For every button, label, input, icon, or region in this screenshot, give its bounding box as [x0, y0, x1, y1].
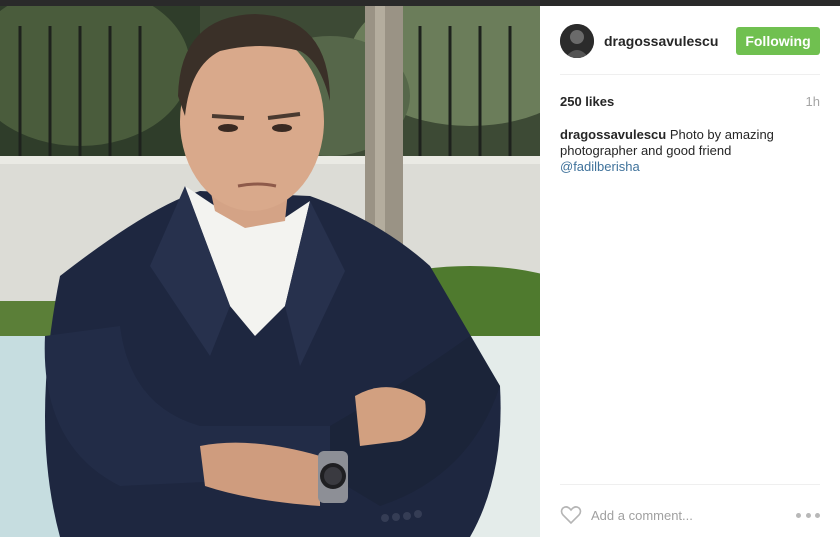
- avatar[interactable]: [560, 24, 594, 58]
- post-time[interactable]: 1h: [806, 94, 820, 109]
- comment-divider: [560, 484, 820, 485]
- more-dot: [815, 512, 820, 518]
- comment-row: [560, 504, 820, 526]
- more-dot: [796, 512, 801, 518]
- post-header: dragossavulescu Following: [560, 24, 820, 58]
- caption-mention[interactable]: @fadilberisha: [560, 159, 640, 174]
- post-photo[interactable]: [0, 6, 540, 537]
- more-options-icon[interactable]: [796, 512, 820, 518]
- more-dot: [805, 512, 811, 518]
- caption-username[interactable]: dragossavulescu: [560, 127, 666, 142]
- post-sidebar: dragossavulescu Following 250 likes 1h d…: [540, 6, 840, 537]
- likes-count[interactable]: 250 likes: [560, 94, 614, 109]
- following-button[interactable]: Following: [736, 27, 820, 55]
- post-caption: dragossavulescu Photo by amazing photogr…: [560, 127, 780, 175]
- header-divider: [560, 74, 820, 75]
- comment-input[interactable]: [591, 507, 796, 523]
- username-link[interactable]: dragossavulescu: [604, 33, 736, 49]
- heart-icon[interactable]: [560, 505, 582, 525]
- post-stats: 250 likes 1h: [560, 94, 820, 109]
